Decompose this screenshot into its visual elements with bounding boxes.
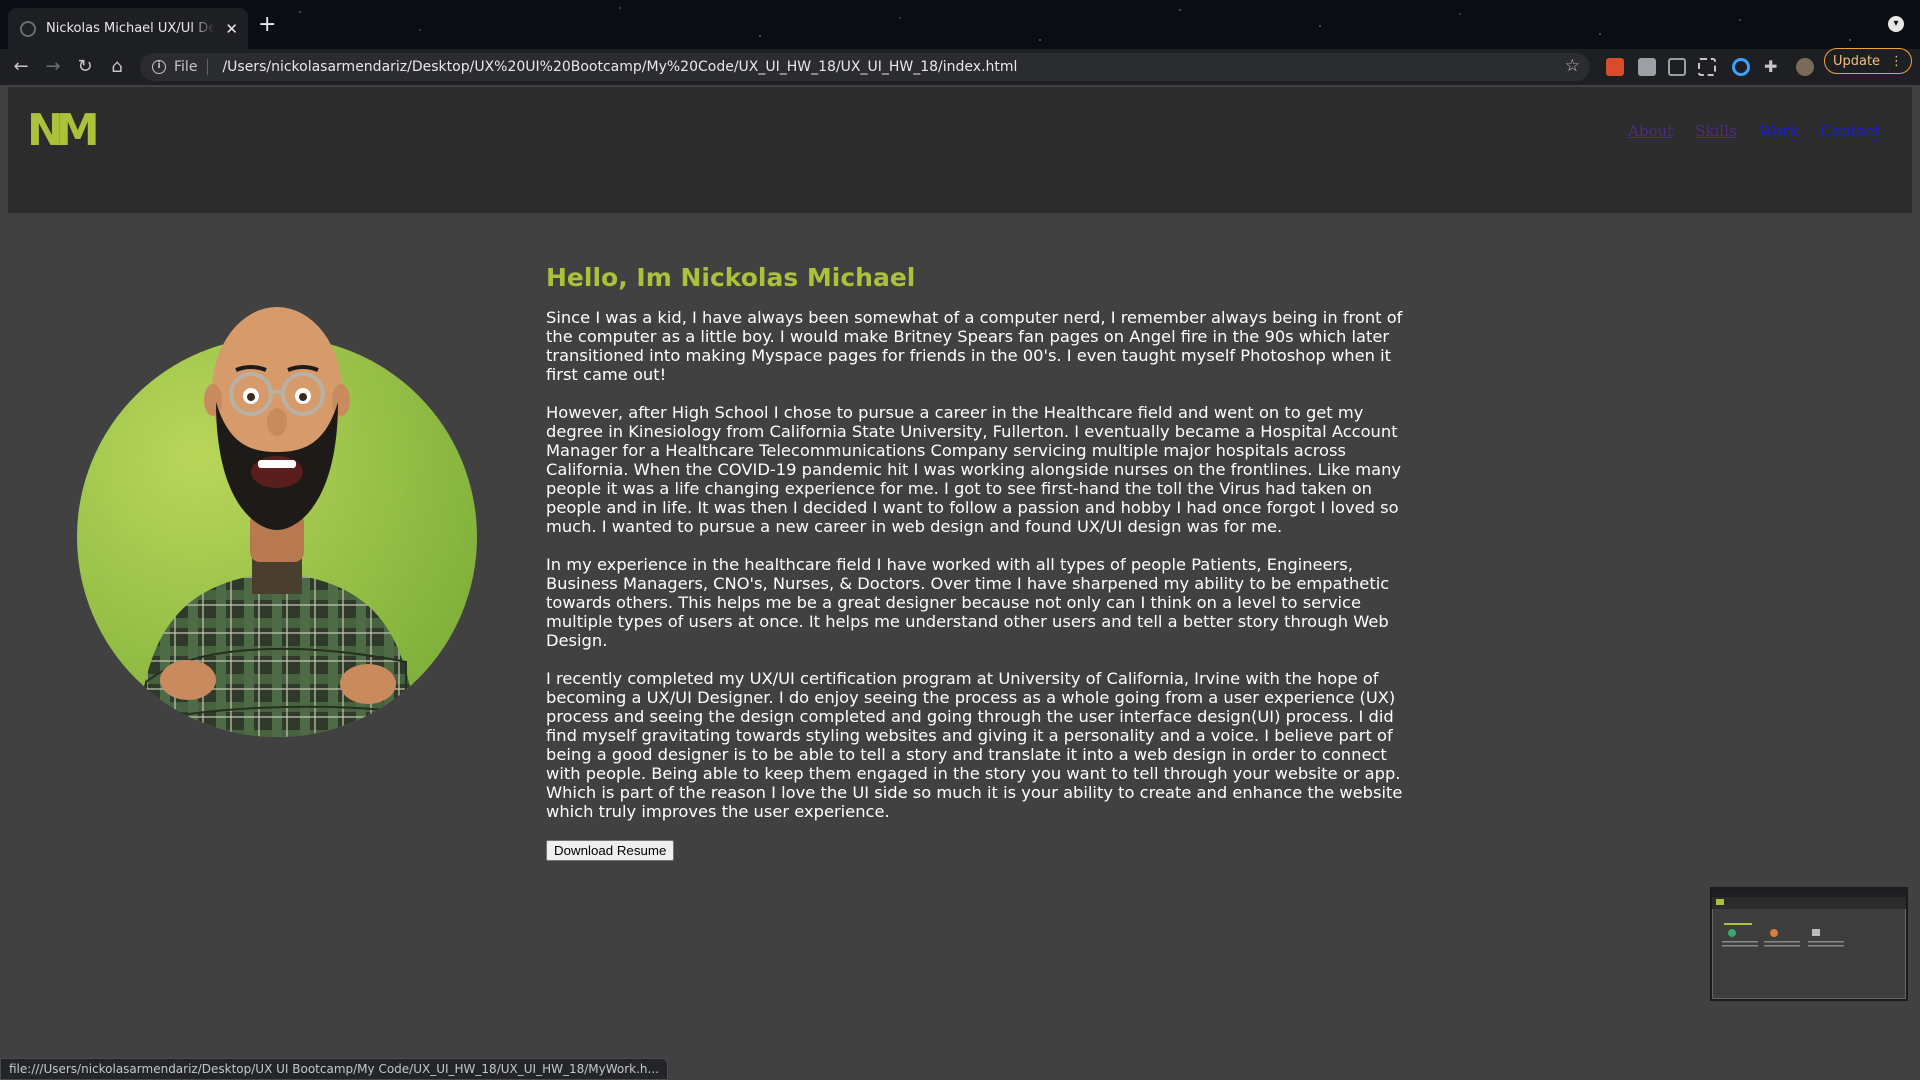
browser-tab[interactable]: Nickolas Michael UX/UI Design ✕ <box>8 8 248 49</box>
download-resume-button[interactable]: Download Resume <box>546 840 675 861</box>
info-icon[interactable]: i <box>152 60 166 74</box>
page-preview-thumbnail <box>1710 887 1908 1001</box>
bookmark-star-icon[interactable]: ☆ <box>1565 56 1580 76</box>
nav-link-skills[interactable]: Skills <box>1695 122 1736 140</box>
close-tab-icon[interactable]: ✕ <box>225 20 238 38</box>
extension-icon-2[interactable] <box>1638 58 1656 76</box>
site-nav: About Skills Work Contact <box>1628 122 1880 140</box>
nav-link-about[interactable]: About <box>1628 122 1673 140</box>
site-header: NM About Skills Work Contact <box>8 87 1912 213</box>
bio-paragraph-4: I recently completed my UX/UI certificat… <box>546 669 1403 821</box>
puzzle-icon[interactable]: ✚ <box>1764 58 1782 76</box>
status-bar-url: file:///Users/nickolasarmendariz/Desktop… <box>0 1058 668 1080</box>
site-logo[interactable]: NM <box>27 105 100 156</box>
bio-paragraph-2: However, after High School I chose to pu… <box>546 403 1402 536</box>
preview-image <box>1712 889 1906 947</box>
tab-search-icon[interactable]: ▾ <box>1888 16 1904 32</box>
page-title: Hello, Im Nickolas Michael <box>546 263 916 292</box>
bio-paragraph-1: Since I was a kid, I have always been so… <box>546 308 1403 384</box>
url-text[interactable]: /Users/nickolasarmendariz/Desktop/UX%20U… <box>222 59 1017 75</box>
tab-title: Nickolas Michael UX/UI Design <box>46 21 216 36</box>
extension-icon-3[interactable] <box>1668 58 1686 76</box>
new-tab-button[interactable]: + <box>258 12 276 38</box>
browser-tab-bar: Nickolas Michael UX/UI Design ✕ + ▾ <box>0 0 1920 49</box>
globe-icon <box>20 20 36 37</box>
nav-link-contact[interactable]: Contact <box>1820 122 1880 140</box>
screenshot-icon[interactable] <box>1698 58 1716 76</box>
home-icon[interactable]: ⌂ <box>105 55 129 79</box>
update-label: Update <box>1832 53 1881 69</box>
avatar[interactable] <box>1796 58 1814 76</box>
color-picker-icon[interactable] <box>1732 58 1750 76</box>
extension-icon-1[interactable] <box>1606 58 1624 76</box>
more-icon[interactable]: ⋮ <box>1890 54 1903 69</box>
bio-paragraph-3: In my experience in the healthcare field… <box>546 555 1390 650</box>
profile-portrait <box>77 307 477 737</box>
forward-arrow-icon[interactable]: → <box>41 55 65 79</box>
back-arrow-icon[interactable]: ← <box>9 55 33 79</box>
nav-link-work[interactable]: Work <box>1759 122 1799 140</box>
about-content: Hello, Im Nickolas Michael Since I was a… <box>546 263 1408 861</box>
update-button[interactable]: Update ⋮ <box>1824 48 1912 74</box>
reload-icon[interactable]: ↻ <box>73 55 97 79</box>
browser-toolbar: ← → ↻ ⌂ i File /Users/nickolasarmendariz… <box>0 49 1920 85</box>
url-scheme: File <box>174 59 209 75</box>
address-bar[interactable]: i File /Users/nickolasarmendariz/Desktop… <box>140 53 1590 81</box>
